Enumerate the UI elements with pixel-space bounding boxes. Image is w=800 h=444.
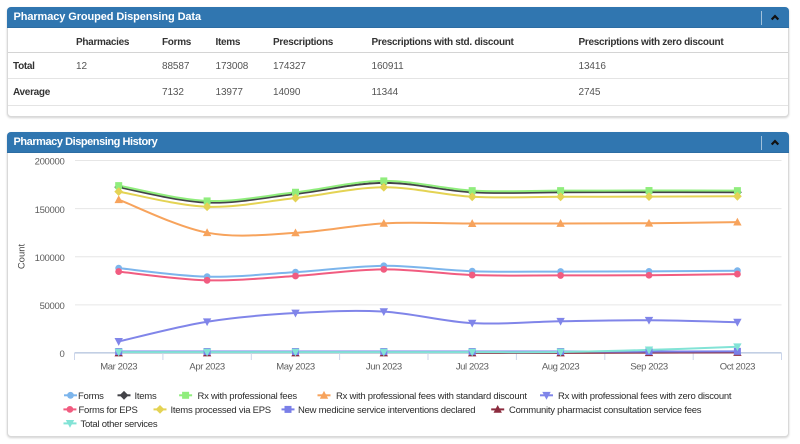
svg-text:150000: 150000 (35, 205, 65, 216)
svg-text:Rx with professional fees with: Rx with professional fees with standard … (336, 391, 527, 402)
svg-text:New medicine service intervent: New medicine service interventions decla… (298, 405, 475, 416)
svg-text:Aug 2023: Aug 2023 (542, 361, 580, 372)
svg-text:Jul 2023: Jul 2023 (456, 361, 489, 372)
svg-text:Mar 2023: Mar 2023 (100, 361, 137, 372)
svg-text:Total other services: Total other services (81, 419, 158, 430)
svg-text:Forms for EPS: Forms for EPS (79, 405, 138, 416)
svg-text:Items: Items (135, 391, 157, 402)
svg-text:Items processed via EPS: Items processed via EPS (171, 405, 271, 416)
svg-text:Rx with professional fees with: Rx with professional fees with zero disc… (558, 391, 732, 402)
svg-text:May 2023: May 2023 (276, 361, 315, 372)
svg-text:50000: 50000 (40, 301, 65, 312)
svg-text:Apr 2023: Apr 2023 (189, 361, 224, 372)
svg-text:Forms: Forms (78, 391, 104, 402)
svg-text:Rx with professional fees: Rx with professional fees (198, 391, 298, 402)
svg-text:Sep 2023: Sep 2023 (630, 361, 668, 372)
svg-text:200000: 200000 (35, 157, 65, 168)
svg-text:100000: 100000 (35, 253, 65, 264)
svg-text:Count: Count (17, 243, 28, 269)
svg-text:Oct 2023: Oct 2023 (720, 361, 755, 372)
svg-text:Jun 2023: Jun 2023 (366, 361, 402, 372)
svg-text:0: 0 (60, 349, 65, 360)
svg-text:Community pharmacist consultat: Community pharmacist consultation servic… (509, 405, 702, 416)
